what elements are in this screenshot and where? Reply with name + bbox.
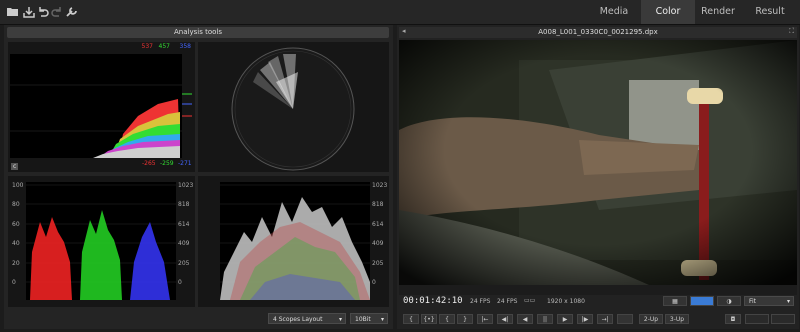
play-reverse-button[interactable]: ◀ xyxy=(517,314,533,324)
wave-right-205: 205 xyxy=(372,260,384,267)
timecode: 00:01:42:10 xyxy=(403,296,463,306)
parade-left-20: 20 xyxy=(12,260,20,267)
wrench-icon[interactable] xyxy=(64,5,78,19)
folder-open-icon[interactable] xyxy=(6,5,20,19)
tab-result[interactable]: Result xyxy=(743,0,797,24)
hist-bot-blue: -271 xyxy=(178,160,192,167)
mark-in-button[interactable]: { xyxy=(403,314,419,324)
wave-right-614: 614 xyxy=(372,221,384,228)
vectorscope-graph xyxy=(231,47,355,171)
redo-icon[interactable] xyxy=(50,5,64,19)
hist-top-blue: 358 xyxy=(179,43,191,50)
wave-right-1023: 1023 xyxy=(372,182,388,189)
analysis-title: Analysis tools xyxy=(7,27,389,38)
transport-bar: { {•} { } |← ◀| ◀ || ▶ |▶ →| 2-Up 3-Up ◘ xyxy=(399,312,797,328)
jump-end-button[interactable]: →| xyxy=(597,314,613,324)
go-to-in-button[interactable]: { xyxy=(439,314,455,324)
fps-primary: 24 FPS xyxy=(470,298,491,305)
rgb-parade-graph xyxy=(26,182,176,300)
parade-right-409: 409 xyxy=(178,240,190,247)
parade-left-40: 40 xyxy=(12,240,20,247)
monitor-icon: ▭▭ xyxy=(524,297,536,304)
parade-left-80: 80 xyxy=(12,201,20,208)
hist-bot-red: -265 xyxy=(142,160,156,167)
viewer-header: ◂ A008_L001_0330C0_0021295.dpx ⛶ xyxy=(399,27,797,38)
layout-select-value: 4 Scopes Layout xyxy=(273,316,323,323)
wave-right-409: 409 xyxy=(372,240,384,247)
save-icon[interactable] xyxy=(22,5,36,19)
waveform-graph xyxy=(220,182,370,300)
undo-icon[interactable] xyxy=(36,5,50,19)
parade-right-0: 0 xyxy=(178,279,182,286)
parade-right-818: 818 xyxy=(178,201,190,208)
zoom-select-value: Fit xyxy=(749,298,757,305)
viewer-filename: A008_L001_0330C0_0021295.dpx xyxy=(538,28,658,36)
step-back-button[interactable]: ◀| xyxy=(497,314,513,324)
bit-select-value: 10Bit xyxy=(355,316,371,323)
jump-start-button[interactable]: |← xyxy=(477,314,493,324)
play-button[interactable]: ▶ xyxy=(557,314,573,324)
go-to-out-button[interactable]: } xyxy=(457,314,473,324)
grid-view-button[interactable]: ▦ xyxy=(663,296,687,306)
resolution: 1920 x 1080 xyxy=(547,298,585,305)
waveform-scope: 1023 818 614 409 205 0 xyxy=(198,176,389,307)
two-up-button[interactable]: 2-Up xyxy=(639,314,663,324)
chevron-down-icon: ▾ xyxy=(786,298,790,305)
parade-right-614: 614 xyxy=(178,221,190,228)
viewer-status xyxy=(399,285,797,295)
video-image xyxy=(399,40,797,285)
wave-right-0: 0 xyxy=(372,279,376,286)
mark-clip-button[interactable]: {•} xyxy=(421,314,437,324)
hist-top-red: 537 xyxy=(141,43,153,50)
parade-right-205: 205 xyxy=(178,260,190,267)
loop-icon[interactable] xyxy=(617,314,633,324)
bit-select[interactable]: 10Bit ▾ xyxy=(350,313,388,324)
histogram-scope: 537 457 358 685 95 c -265 -259 -271 xyxy=(8,42,195,172)
chevron-down-icon: ▾ xyxy=(338,316,342,323)
fps-secondary: 24 FPS xyxy=(497,298,518,305)
chevron-down-icon: ▾ xyxy=(380,316,384,323)
layout-select[interactable]: 4 Scopes Layout ▾ xyxy=(268,313,346,324)
fullscreen-icon[interactable]: ⛶ xyxy=(789,27,794,36)
tab-render[interactable]: Render xyxy=(691,0,745,24)
pause-button[interactable]: || xyxy=(537,314,553,324)
color-view-button[interactable] xyxy=(690,296,714,306)
extra-button-1[interactable] xyxy=(745,314,769,324)
hist-top-green: 457 xyxy=(158,43,170,50)
hist-c-button[interactable]: c xyxy=(11,163,19,170)
hist-bot-green: -259 xyxy=(160,160,174,167)
wave-right-818: 818 xyxy=(372,201,384,208)
tab-media[interactable]: Media xyxy=(587,0,641,24)
compare-view-button[interactable]: ◑ xyxy=(717,296,741,306)
zoom-select[interactable]: Fit ▾ xyxy=(744,296,794,306)
three-up-button[interactable]: 3-Up xyxy=(665,314,689,324)
top-bar: Media Color Render Result xyxy=(0,0,800,25)
parade-left-100: 100 xyxy=(12,182,24,189)
step-forward-button[interactable]: |▶ xyxy=(577,314,593,324)
video-frame xyxy=(399,40,797,285)
extra-button-2[interactable] xyxy=(771,314,795,324)
camera-icon[interactable]: ◘ xyxy=(725,314,741,324)
parade-left-0: 0 xyxy=(12,279,16,286)
histogram-graph xyxy=(10,54,192,158)
tab-color[interactable]: Color xyxy=(641,0,695,24)
parade-left-60: 60 xyxy=(12,221,20,228)
rgb-parade-scope: 100 80 60 40 20 0 1023 818 614 409 205 0 xyxy=(8,176,195,307)
vectorscope xyxy=(198,42,389,172)
parade-right-1023: 1023 xyxy=(178,182,194,189)
